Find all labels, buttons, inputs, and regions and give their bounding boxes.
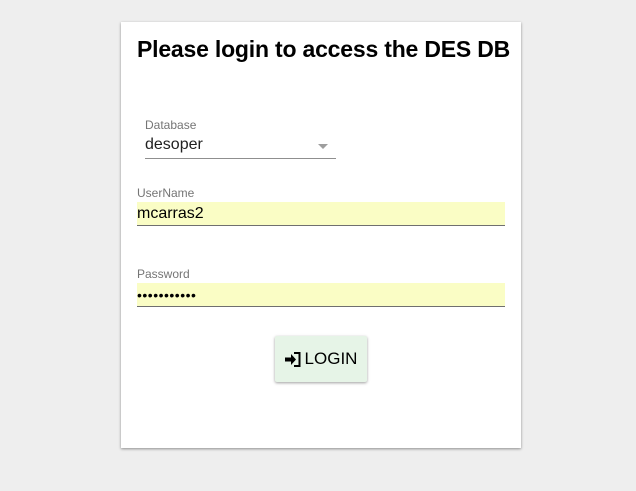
page-title: Please login to access the DES DB [137,36,511,62]
login-button-label: LOGIN [304,349,358,368]
database-selected-value: desoper [145,136,203,153]
username-input[interactable] [137,202,505,226]
login-button[interactable]: LOGIN [275,336,367,382]
password-input[interactable] [137,283,505,307]
username-label: UserName [137,186,195,200]
database-select[interactable]: desoper [145,136,336,159]
database-label: Database [145,118,197,132]
dropdown-arrow-icon [318,144,328,149]
password-label: Password [137,267,190,281]
login-card: Please login to access the DES DB Databa… [121,22,521,448]
sign-in-icon [284,351,301,367]
